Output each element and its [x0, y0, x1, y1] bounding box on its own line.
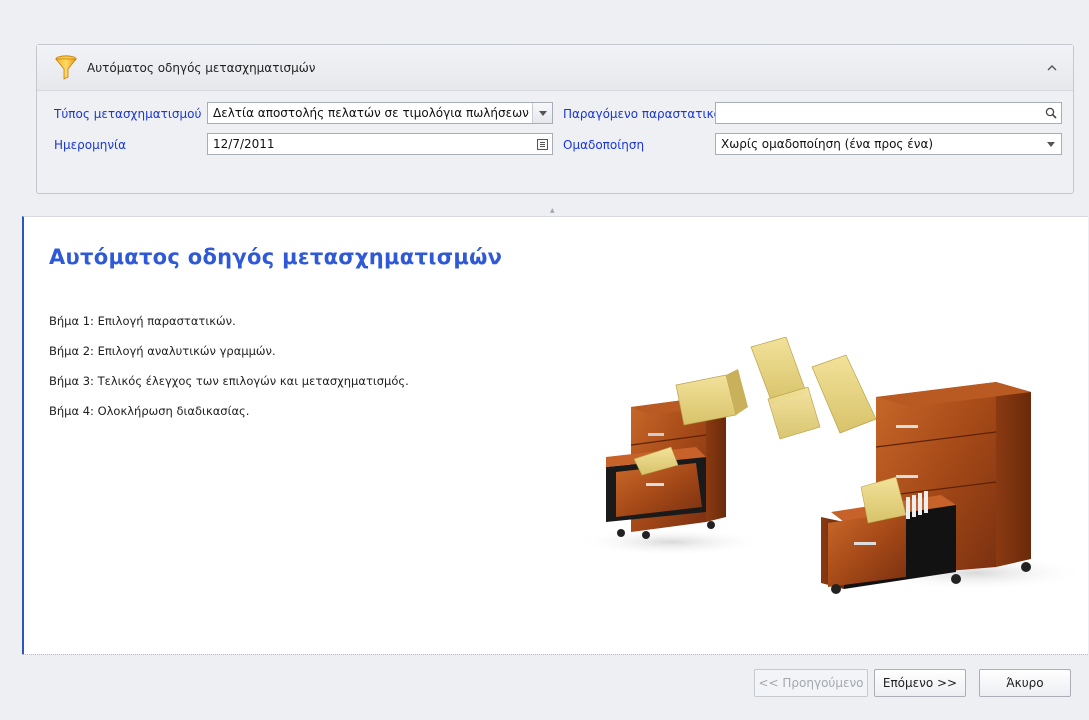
- funnel-icon: [55, 55, 77, 80]
- grouping-label: Ομαδοποίηση: [563, 138, 645, 152]
- panel-title: Αυτόματος οδηγός μετασχηματισμών: [87, 61, 316, 75]
- date-value: 12/7/2011: [213, 137, 275, 151]
- wizard-title: Αυτόματος οδηγός μετασχηματισμών: [49, 245, 503, 269]
- wizard-step-2: Βήμα 2: Επιλογή αναλυτικών γραμμών.: [49, 344, 276, 358]
- panel-splitter[interactable]: ▲: [22, 208, 1088, 216]
- transformation-type-value: Δελτία αποστολής πελατών σε τιμολόγια πω…: [213, 106, 529, 120]
- panel-header: Αυτόματος οδηγός μετασχηματισμών: [37, 45, 1073, 91]
- transformation-type-label: Τύπος μετασχηματισμού: [54, 107, 202, 121]
- grouping-select[interactable]: Χωρίς ομαδοποίηση (ένα προς ένα): [715, 133, 1062, 155]
- cancel-button[interactable]: Άκυρο: [979, 669, 1071, 697]
- calendar-icon[interactable]: [532, 134, 552, 154]
- search-icon[interactable]: [1041, 103, 1061, 123]
- date-label: Ημερομηνία: [54, 138, 127, 152]
- wizard-step-3: Βήμα 3: Τελικός έλεγχος των επιλογών και…: [49, 374, 409, 388]
- date-field[interactable]: 12/7/2011: [207, 133, 553, 155]
- produced-document-label: Παραγόμενο παραστατικό: [563, 107, 721, 121]
- wizard-step-4: Βήμα 4: Ολοκλήρωση διαδικασίας.: [49, 404, 250, 418]
- wizard-footer: << Προηγούμενο Επόμενο >> Άκυρο: [22, 654, 1088, 720]
- wizard-filter-panel: Αυτόματος οδηγός μετασχηματισμών Τύπος μ…: [36, 44, 1074, 194]
- grouping-value: Χωρίς ομαδοποίηση (ένα προς ένα): [721, 137, 934, 151]
- next-button[interactable]: Επόμενο >>: [874, 669, 966, 697]
- wizard-content: Αυτόματος οδηγός μετασχηματισμών Βήμα 1:…: [22, 216, 1088, 654]
- produced-document-field[interactable]: [715, 102, 1062, 124]
- chevron-up-icon[interactable]: [1045, 61, 1059, 75]
- splitter-grip-icon: ▲: [550, 207, 555, 214]
- wizard-step-1: Βήμα 1: Επιλογή παραστατικών.: [49, 314, 236, 328]
- filing-cabinets-illustration: [576, 337, 1076, 594]
- transformation-type-select[interactable]: Δελτία αποστολής πελατών σε τιμολόγια πω…: [207, 102, 553, 124]
- chevron-down-icon[interactable]: [1041, 134, 1061, 154]
- previous-button[interactable]: << Προηγούμενο: [754, 669, 868, 697]
- chevron-down-icon[interactable]: [532, 103, 552, 123]
